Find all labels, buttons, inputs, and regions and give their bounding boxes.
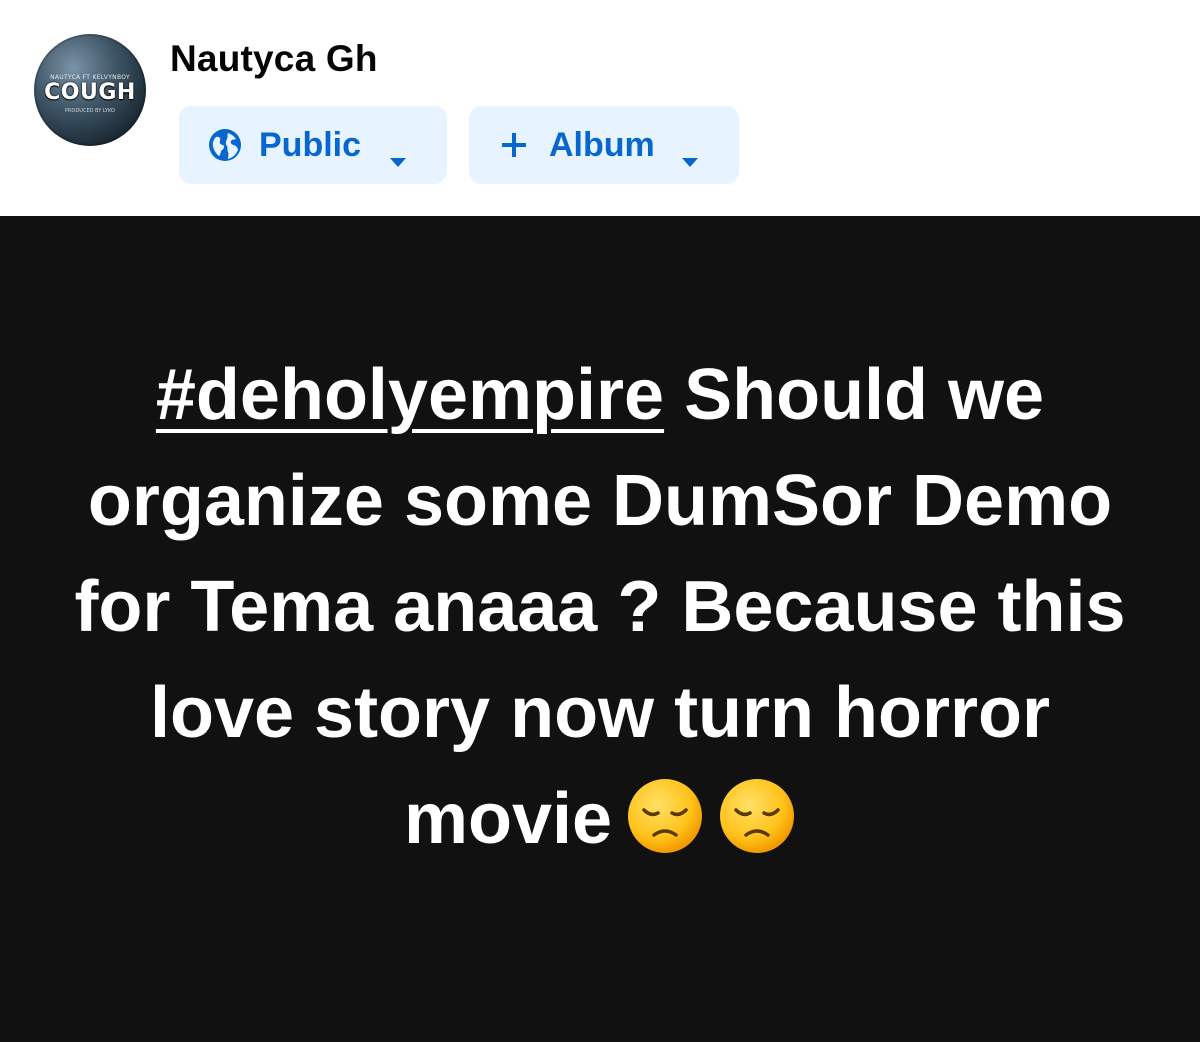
album-label: Album (549, 125, 655, 164)
avatar[interactable]: NAUTYCA FT KELVYNBOY COUGH PRODUCED BY L… (34, 34, 146, 146)
plus-icon (499, 130, 529, 160)
globe-icon (207, 127, 243, 163)
audience-label: Public (259, 125, 362, 164)
album-selector-button[interactable]: Album (469, 106, 739, 184)
author-name: Nautyca Gh (170, 38, 378, 79)
post-composer-header: NAUTYCA FT KELVYNBOY COUGH PRODUCED BY L… (0, 0, 1200, 216)
hashtag-link[interactable]: #deholyempire (156, 355, 664, 435)
avatar-title-text: COUGH (44, 80, 136, 105)
audience-selector-button[interactable]: Public (179, 106, 447, 184)
post-content: #deholyempire Should we organize some Du… (0, 216, 1200, 1042)
disappointed-face-icon (718, 777, 796, 855)
disappointed-face-icon (626, 777, 704, 855)
post-text: #deholyempire Should we organize some Du… (60, 342, 1140, 872)
caret-down-icon (681, 139, 699, 167)
caret-down-icon (389, 139, 407, 167)
avatar-bottom-text: PRODUCED BY LYKO (65, 108, 115, 114)
